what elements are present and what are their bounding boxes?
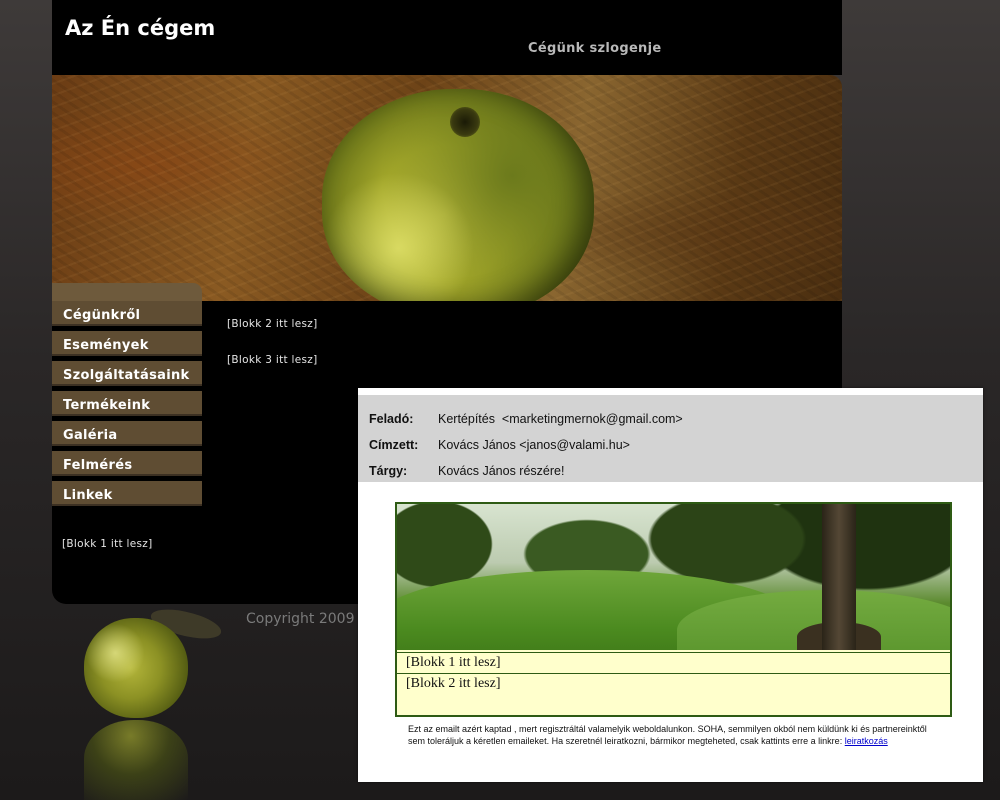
header-banner-image xyxy=(52,75,842,301)
menu-item-termekeink[interactable]: Termékeink xyxy=(52,391,202,416)
site-slogan: Cégünk szlogenje xyxy=(528,41,662,56)
menu-item-cegunkrol[interactable]: Cégünkről xyxy=(52,301,202,326)
newsletter-body: [Blokk 1 itt lesz] [Blokk 2 itt lesz] xyxy=(395,502,952,717)
subject-label: Tárgy: xyxy=(369,464,408,478)
footer-apple-image xyxy=(84,618,188,718)
menu-top-tab xyxy=(52,283,202,303)
from-value: Kertépítés <marketingmernok@gmail.com> xyxy=(438,412,683,426)
to-label: Címzett: xyxy=(369,438,419,452)
block-2-placeholder: [Blokk 2 itt lesz] xyxy=(227,318,318,330)
site-header: Az Én cégem Cégünk szlogenje xyxy=(52,0,842,75)
site-title: Az Én cégem xyxy=(65,16,216,40)
to-value: Kovács János <janos@valami.hu> xyxy=(438,438,630,452)
main-menu: Cégünkről Események Szolgáltatásaink Ter… xyxy=(52,301,202,511)
email-preview: Feladó: Kertépítés <marketingmernok@gmai… xyxy=(358,388,983,782)
newsletter-block-2: [Blokk 2 itt lesz] xyxy=(397,673,950,693)
from-label: Feladó: xyxy=(369,412,414,426)
email-disclaimer: Ezt az emailt azért kaptad , mert regisz… xyxy=(408,723,943,747)
subject-value: Kovács János részére! xyxy=(438,464,565,478)
menu-item-esemenyek[interactable]: Események xyxy=(52,331,202,356)
unsubscribe-link[interactable]: leiratkozás xyxy=(845,736,888,746)
tree-trunk xyxy=(822,504,856,650)
menu-item-galeria[interactable]: Galéria xyxy=(52,421,202,446)
block-3-placeholder: [Blokk 3 itt lesz] xyxy=(227,354,318,366)
menu-item-szolgaltatasaink[interactable]: Szolgáltatásaink xyxy=(52,361,202,386)
apple-image xyxy=(322,89,594,301)
email-header: Feladó: Kertépítés <marketingmernok@gmai… xyxy=(358,395,983,482)
copyright-text: Copyright 2009 xyxy=(246,611,355,627)
menu-item-felmeres[interactable]: Felmérés xyxy=(52,451,202,476)
footer-apple-reflection xyxy=(84,720,188,800)
menu-item-linkek[interactable]: Linkek xyxy=(52,481,202,506)
newsletter-block-1: [Blokk 1 itt lesz] xyxy=(397,652,950,672)
park-banner-image xyxy=(397,504,950,650)
block-1-placeholder: [Blokk 1 itt lesz] xyxy=(62,538,153,550)
